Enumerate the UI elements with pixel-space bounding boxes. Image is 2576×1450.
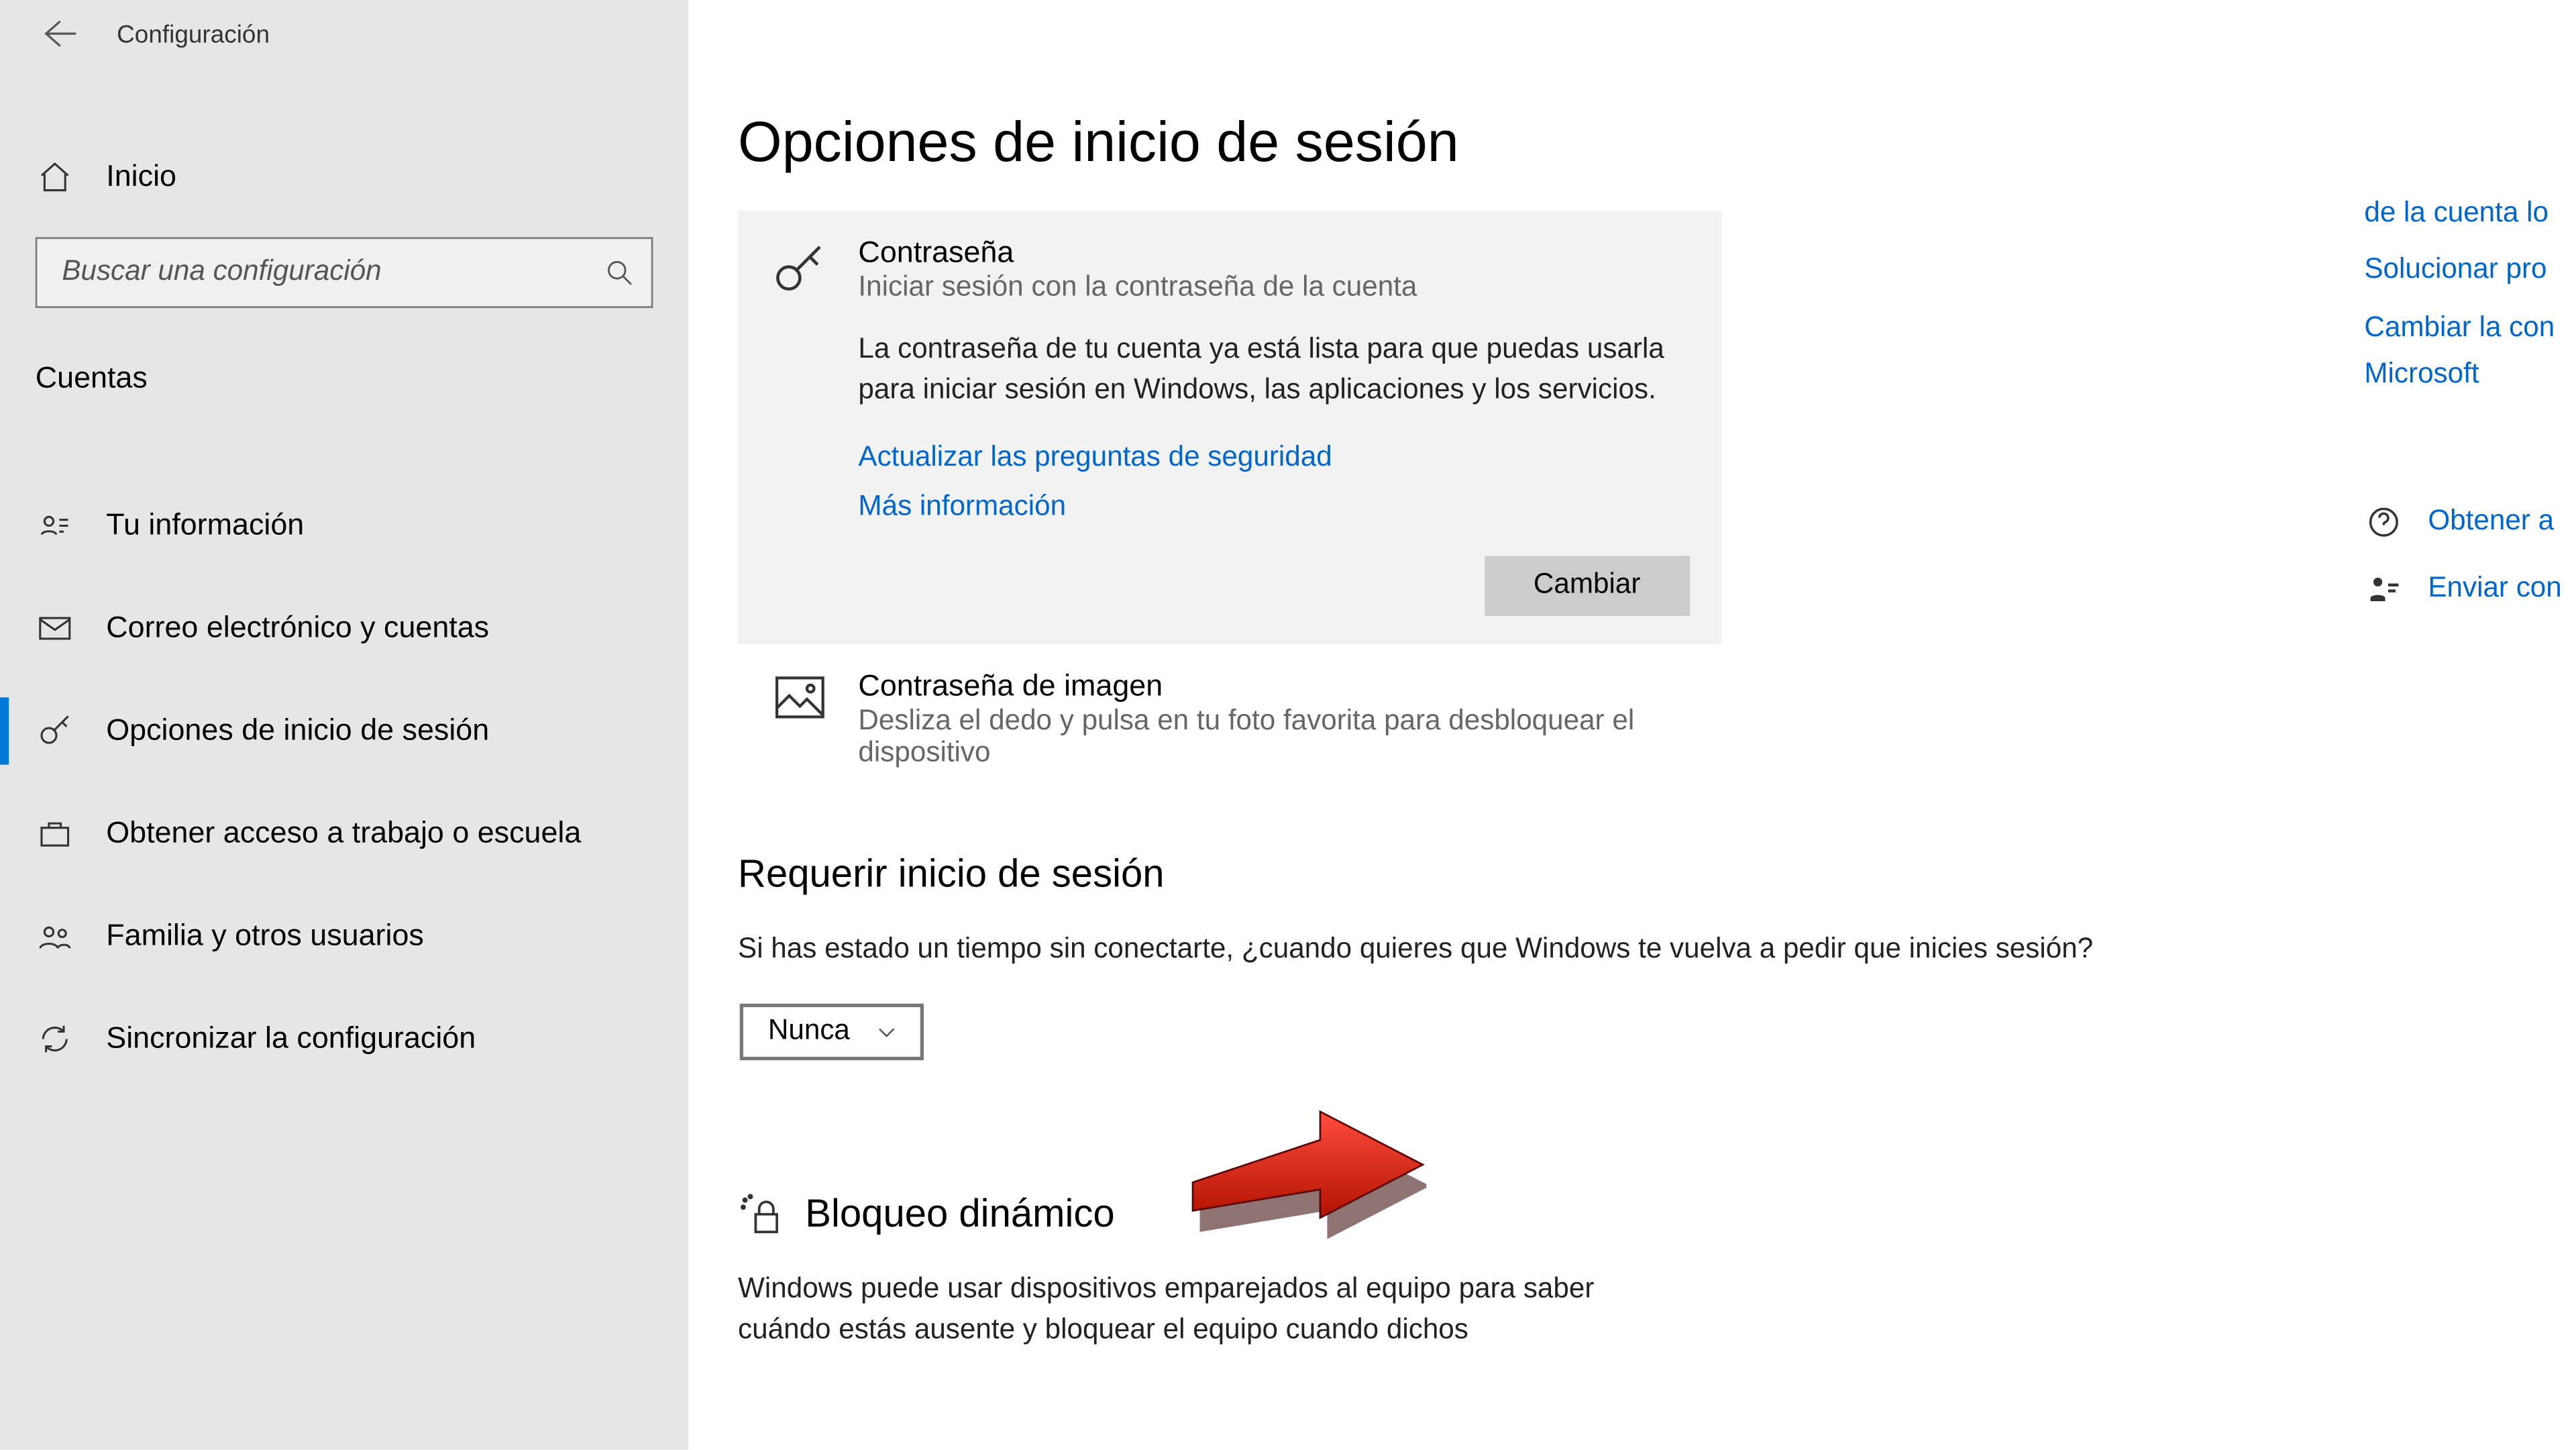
app-title: Configuración	[117, 19, 270, 48]
help-link[interactable]: Solucionar pro	[2364, 252, 2576, 292]
password-option-card: Contraseña Iniciar sesión con la contras…	[738, 211, 1722, 645]
send-feedback-row[interactable]: Enviar con	[2364, 569, 2576, 608]
dynamic-lock-heading: Bloqueo dinámico	[805, 1190, 1114, 1237]
picture-icon	[766, 670, 833, 770]
change-password-button[interactable]: Cambiar	[1484, 556, 1690, 617]
sidebar-item-your-info[interactable]: Tu información	[0, 474, 688, 577]
home-label: Inicio	[106, 159, 176, 195]
picture-password-title: Contraseña de imagen	[858, 670, 1690, 705]
briefcase-icon	[36, 816, 74, 851]
search-box[interactable]	[36, 237, 653, 308]
update-security-questions-link[interactable]: Actualizar las preguntas de seguridad	[858, 443, 1690, 474]
require-signin-select[interactable]: Nunca	[740, 1003, 924, 1059]
search-icon	[605, 258, 633, 287]
password-title: Contraseña	[858, 236, 1690, 271]
main-content: Opciones de inicio de sesión Contraseña …	[688, 0, 2576, 1450]
back-icon[interactable]	[42, 16, 78, 52]
key-icon	[766, 236, 833, 525]
help-link[interactable]: Cambiar la con	[2364, 309, 2576, 349]
help-icon	[2364, 502, 2403, 541]
sidebar-item-signin-options[interactable]: Opciones de inicio de sesión	[0, 680, 688, 782]
dynamic-lock-icon	[738, 1190, 784, 1237]
search-input[interactable]	[62, 257, 605, 289]
help-link[interactable]: de la cuenta lo	[2364, 195, 2576, 234]
sidebar-item-email-accounts[interactable]: Correo electrónico y cuentas	[0, 577, 688, 680]
dynamic-lock-description: Windows puede usar dispositivos empareja…	[738, 1268, 1676, 1350]
sidebar-item-label: Tu información	[106, 508, 304, 543]
password-subtitle: Iniciar sesión con la contraseña de la c…	[858, 272, 1690, 304]
sidebar-item-home[interactable]: Inicio	[0, 127, 688, 227]
sidebar-item-label: Opciones de inicio de sesión	[106, 713, 489, 749]
feedback-icon	[2364, 569, 2403, 608]
get-help-row[interactable]: Obtener a	[2364, 502, 2576, 541]
mail-icon	[36, 611, 74, 646]
person-card-icon	[36, 508, 74, 543]
password-description: La contraseña de tu cuenta ya está lista…	[858, 329, 1690, 411]
home-icon	[36, 159, 74, 195]
help-row-label: Enviar con	[2428, 573, 2561, 605]
key-icon	[36, 713, 74, 749]
sidebar-item-family-users[interactable]: Familia y otros usuarios	[0, 885, 688, 988]
chevron-down-icon	[875, 1019, 900, 1043]
page-title: Opciones de inicio de sesión	[738, 110, 2527, 176]
sidebar-item-work-school[interactable]: Obtener acceso a trabajo o escuela	[0, 782, 688, 885]
sidebar-item-label: Obtener acceso a trabajo o escuela	[106, 816, 581, 851]
sidebar-item-label: Familia y otros usuarios	[106, 919, 424, 954]
sidebar-category-heading: Cuentas	[0, 361, 688, 397]
sidebar-item-sync-settings[interactable]: Sincronizar la configuración	[0, 988, 688, 1090]
help-link[interactable]: Microsoft	[2364, 356, 2576, 396]
picture-password-subtitle: Desliza el dedo y pulsa en tu foto favor…	[858, 707, 1690, 771]
people-icon	[36, 919, 74, 954]
require-signin-description: Si has estado un tiempo sin conectarte, …	[738, 930, 2277, 971]
require-signin-heading: Requerir inicio de sesión	[738, 852, 2527, 898]
picture-password-option[interactable]: Contraseña de imagen Desliza el dedo y p…	[738, 645, 1722, 770]
sidebar-item-label: Correo electrónico y cuentas	[106, 611, 489, 646]
require-signin-selected: Nunca	[768, 1015, 850, 1047]
help-row-label: Obtener a	[2428, 505, 2554, 537]
related-help-panel: de la cuenta lo Solucionar pro Cambiar l…	[2364, 195, 2576, 636]
sync-icon	[36, 1021, 74, 1057]
more-info-link[interactable]: Más información	[858, 493, 1690, 524]
sidebar-item-label: Sincronizar la configuración	[106, 1021, 476, 1057]
sidebar: Configuración Inicio Cuentas	[0, 0, 688, 1450]
